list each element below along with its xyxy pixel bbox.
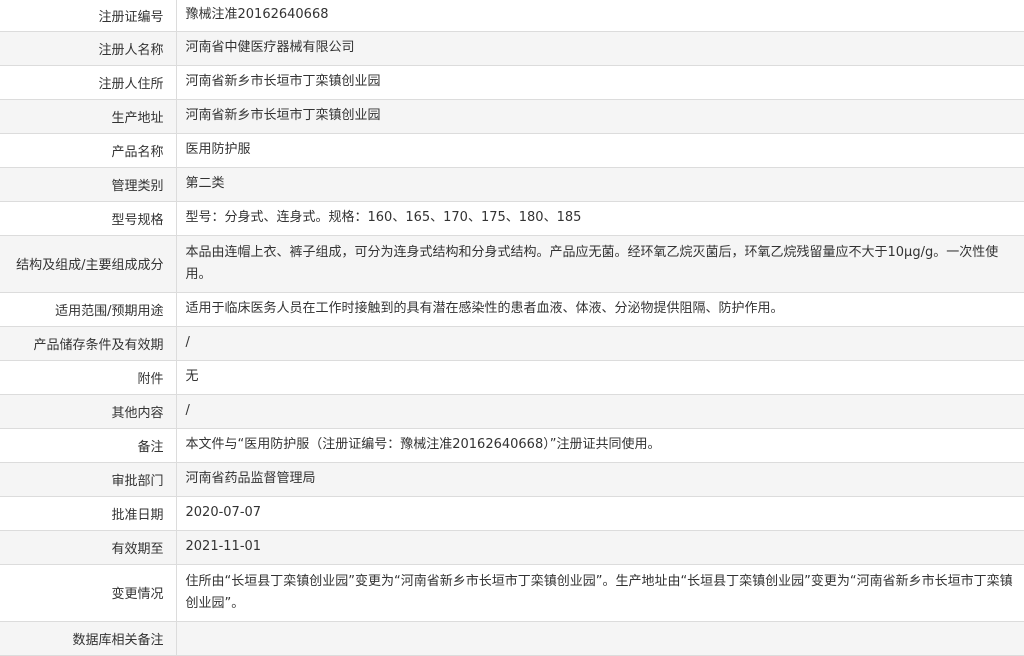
row-label: 数据库相关备注 bbox=[0, 621, 177, 656]
table-row-management-category: 管理类别 第二类 bbox=[0, 167, 1024, 202]
row-value: 型号：分身式、连身式。规格：160、165、170、175、180、185 bbox=[176, 201, 1024, 236]
row-value: 河南省药品监督管理局 bbox=[176, 462, 1024, 497]
row-value: / bbox=[176, 394, 1024, 429]
table-row-intended-use: 适用范围/预期用途 适用于临床医务人员在工作时接触到的具有潜在感染性的患者血液、… bbox=[0, 292, 1024, 327]
table-row-structure-composition: 结构及组成/主要组成成分 本品由连帽上衣、裤子组成，可分为连身式结构和分身式结构… bbox=[0, 235, 1024, 293]
row-value: 豫械注准20162640668 bbox=[176, 0, 1024, 32]
table-row-approval-date: 批准日期 2020-07-07 bbox=[0, 496, 1024, 531]
row-value: 无 bbox=[176, 360, 1024, 395]
row-value: 河南省新乡市长垣市丁栾镇创业园 bbox=[176, 99, 1024, 134]
table-row-attachment: 附件 无 bbox=[0, 360, 1024, 395]
row-value: 2021-11-01 bbox=[176, 530, 1024, 565]
table-row-remarks: 备注 本文件与“医用防护服（注册证编号：豫械注准20162640668）”注册证… bbox=[0, 428, 1024, 463]
table-row-registration-number: 注册证编号 豫械注准20162640668 bbox=[0, 0, 1024, 32]
row-label: 变更情况 bbox=[0, 564, 177, 622]
table-row-product-name: 产品名称 医用防护服 bbox=[0, 133, 1024, 168]
row-value: 本文件与“医用防护服（注册证编号：豫械注准20162640668）”注册证共同使… bbox=[176, 428, 1024, 463]
table-row-model-spec: 型号规格 型号：分身式、连身式。规格：160、165、170、175、180、1… bbox=[0, 201, 1024, 236]
table-row-database-remarks: 数据库相关备注 bbox=[0, 621, 1024, 656]
row-label: 型号规格 bbox=[0, 201, 177, 236]
row-value: 第二类 bbox=[176, 167, 1024, 202]
row-label: 其他内容 bbox=[0, 394, 177, 429]
row-label: 注册人住所 bbox=[0, 65, 177, 100]
table-row-change-record: 变更情况 住所由“长垣县丁栾镇创业园”变更为“河南省新乡市长垣市丁栾镇创业园”。… bbox=[0, 564, 1024, 622]
table-row-approval-department: 审批部门 河南省药品监督管理局 bbox=[0, 462, 1024, 497]
row-label: 产品储存条件及有效期 bbox=[0, 326, 177, 361]
row-value: 2020-07-07 bbox=[176, 496, 1024, 531]
row-value: 住所由“长垣县丁栾镇创业园”变更为“河南省新乡市长垣市丁栾镇创业园”。生产地址由… bbox=[176, 564, 1024, 622]
row-label: 批准日期 bbox=[0, 496, 177, 531]
table-row-other-content: 其他内容 / bbox=[0, 394, 1024, 429]
row-label: 注册人名称 bbox=[0, 31, 177, 66]
row-value: 适用于临床医务人员在工作时接触到的具有潜在感染性的患者血液、体液、分泌物提供阻隔… bbox=[176, 292, 1024, 327]
row-value: / bbox=[176, 326, 1024, 361]
row-label: 适用范围/预期用途 bbox=[0, 292, 177, 327]
row-label: 管理类别 bbox=[0, 167, 177, 202]
row-value: 河南省中健医疗器械有限公司 bbox=[176, 31, 1024, 66]
table-row-production-address: 生产地址 河南省新乡市长垣市丁栾镇创业园 bbox=[0, 99, 1024, 134]
row-value: 医用防护服 bbox=[176, 133, 1024, 168]
row-label: 审批部门 bbox=[0, 462, 177, 497]
row-label: 附件 bbox=[0, 360, 177, 395]
table-row-valid-until: 有效期至 2021-11-01 bbox=[0, 530, 1024, 565]
row-label: 结构及组成/主要组成成分 bbox=[0, 235, 177, 293]
table-row-storage-validity: 产品储存条件及有效期 / bbox=[0, 326, 1024, 361]
row-label: 生产地址 bbox=[0, 99, 177, 134]
table-row-registrant-name: 注册人名称 河南省中健医疗器械有限公司 bbox=[0, 31, 1024, 66]
row-label: 备注 bbox=[0, 428, 177, 463]
registration-detail-table: 注册证编号 豫械注准20162640668 注册人名称 河南省中健医疗器械有限公… bbox=[0, 0, 1024, 656]
table-row-registrant-address: 注册人住所 河南省新乡市长垣市丁栾镇创业园 bbox=[0, 65, 1024, 100]
row-label: 注册证编号 bbox=[0, 0, 177, 32]
row-value: 河南省新乡市长垣市丁栾镇创业园 bbox=[176, 65, 1024, 100]
row-value bbox=[176, 621, 1024, 656]
row-label: 有效期至 bbox=[0, 530, 177, 565]
row-label: 产品名称 bbox=[0, 133, 177, 168]
row-value: 本品由连帽上衣、裤子组成，可分为连身式结构和分身式结构。产品应无菌。经环氧乙烷灭… bbox=[176, 235, 1024, 293]
